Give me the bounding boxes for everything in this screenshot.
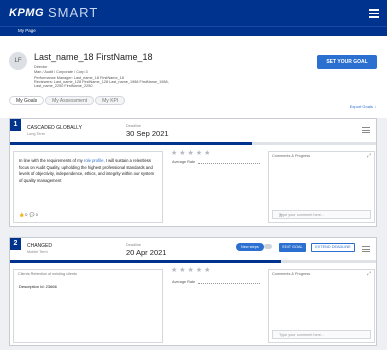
reactions: 👍 0 💬 0 [19,212,38,217]
hamburger-icon[interactable] [369,9,379,20]
goal-card: 2 CHANGED Mobile Term Deadline 20 Apr 20… [9,237,377,346]
average-rate-label: Average Rate [172,160,196,164]
goal-description-id: Description Id: 23666 [19,284,57,289]
average-rate-label: Average Rate [172,280,196,284]
breadcrumb[interactable]: My Page [18,28,36,33]
goal-progress-bar [10,260,376,263]
comment-icon[interactable]: 💬 [30,212,35,217]
goal-number: 1 [10,119,21,131]
rating-stars[interactable]: ★★★★★ [171,149,212,157]
goal-box-title: Clients Retention of existing clients [18,272,77,276]
comment-input[interactable]: ⊡ Type your comment here... [272,210,371,219]
goal-title: CASCADED GLOBALLY [27,125,82,131]
edit-goal-button[interactable]: EDIT GOAL [279,243,306,252]
breadcrumb-bar: My Page [0,26,387,36]
profile-org: Man / Audit / Corporate / Corp 3 [34,70,88,74]
kpmg-logo: KPMG [9,7,44,19]
tab-bar: My Goals My Assessment My KPI [9,96,126,105]
export-goals-label: Export Goals [349,104,373,109]
goal-text-box: Clients Retention of existing clients De… [13,269,163,343]
expand-icon[interactable]: ⤢ [367,271,371,277]
goal-description: In line with the requirements of my role… [19,158,155,183]
more-menu-icon[interactable] [362,127,370,135]
goal-title: CHANGED [27,243,53,249]
tab-my-assessment[interactable]: My Assessment [45,96,95,105]
goal-progress-fill [10,142,252,145]
expand-icon[interactable]: ⤢ [367,153,371,159]
comments-panel: Comments & Progress ⤢ ⊡ Type your comment… [268,151,375,223]
goal-progress-bar [10,142,376,145]
thumbs-up-icon[interactable]: 👍 [19,212,24,217]
role-profile-link[interactable]: role profile, [84,158,105,163]
comments-title: Comments & Progress [272,272,311,276]
profile-name: Last_name_18 FirstName_18 [34,52,153,62]
tab-my-goals[interactable]: My Goals [9,96,45,105]
goal-term: Long Term [27,132,45,136]
avatar: LF [9,52,27,70]
goal-progress-fill [10,260,281,263]
export-goals-link[interactable]: Export Goals ↓ [350,104,376,109]
average-rate-line [198,283,260,284]
more-menu-icon[interactable] [362,246,370,254]
comment-input[interactable]: Type your comment here... [272,330,371,339]
comments-panel: Comments & Progress ⤢ Type your comment … [268,269,375,343]
comments-title: Comments & Progress [272,154,311,158]
deadline-label: Deadline [126,243,141,247]
new-steps-badge[interactable]: New steps [236,243,264,251]
profile-reviewers-cont: Last_name_2250 FirstName_2250 [34,84,93,88]
tab-my-kpi[interactable]: My KPI [95,96,126,105]
set-goal-button[interactable]: SET YOUR GOAL [317,55,377,69]
app-name: SMART [48,5,99,20]
toggle-switch[interactable] [264,244,272,249]
average-rate-line [198,163,260,164]
top-navbar: KPMG SMART [0,0,387,26]
goal-number: 2 [10,238,21,250]
extend-deadline-button[interactable]: EXTEND DEADLINE [311,243,355,252]
goal-card: 1 CASCADED GLOBALLY Long Term Deadline 3… [9,118,377,227]
rating-stars[interactable]: ★★★★★ [171,266,212,274]
profile-title: Director [34,65,48,69]
goal-term: Mobile Term [27,250,48,254]
deadline-value: 20 Apr 2021 [126,248,167,257]
deadline-value: 30 Sep 2021 [126,129,169,138]
goal-text-box: In line with the requirements of my role… [13,151,163,223]
deadline-label: Deadline [126,124,141,128]
